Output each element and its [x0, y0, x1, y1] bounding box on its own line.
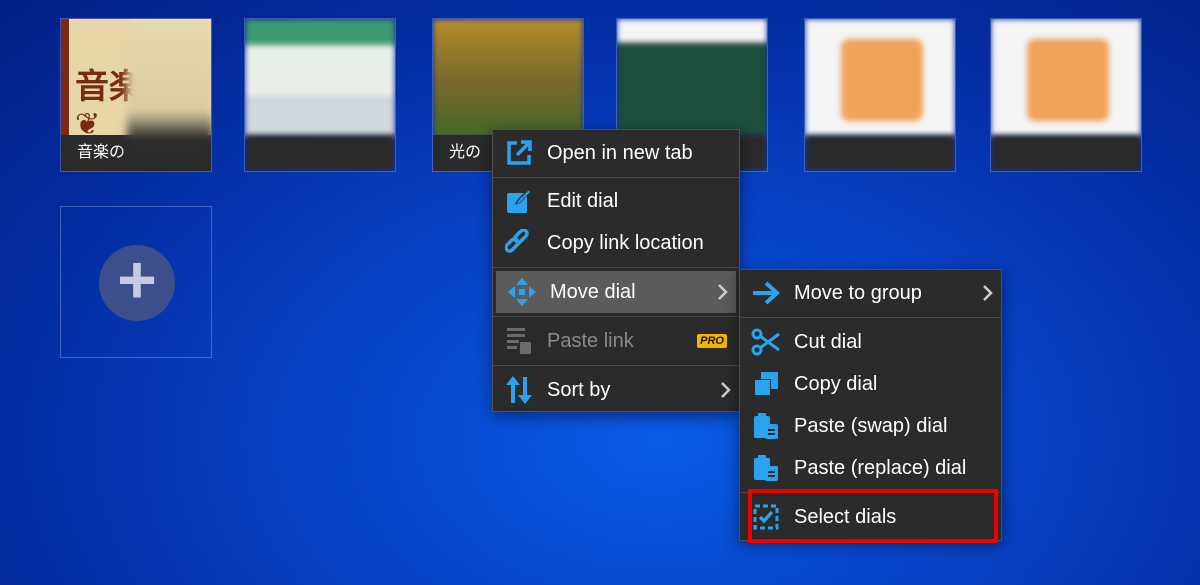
menu-item-open-in-new-tab[interactable]: Open in new tab	[493, 132, 739, 174]
menu-item-cut-dial[interactable]: Cut dial	[740, 321, 1001, 363]
menu-item-move-to-group[interactable]: Move to group	[740, 272, 1001, 314]
context-menu: Open in new tab Edit dial Copy link loca…	[492, 129, 740, 412]
menu-item-move-dial[interactable]: Move dial	[496, 271, 736, 313]
menu-item-label: Sort by	[547, 378, 611, 401]
menu-divider	[493, 267, 739, 268]
chevron-right-icon	[713, 381, 739, 399]
clipboard-icon	[748, 408, 784, 444]
open-in-new-tab-icon	[501, 135, 537, 171]
chevron-right-icon	[975, 284, 1001, 302]
dial-thumbnail	[433, 19, 583, 137]
edit-icon	[501, 183, 537, 219]
menu-item-label: Paste (swap) dial	[794, 414, 948, 437]
speed-dial-tile[interactable]	[804, 18, 956, 172]
clipboard-icon	[748, 450, 784, 486]
menu-divider	[493, 365, 739, 366]
move-arrows-icon	[504, 274, 540, 310]
dial-caption	[245, 135, 395, 171]
add-dial-button[interactable]: +	[60, 206, 212, 358]
highlight-annotation	[748, 489, 998, 543]
link-icon	[501, 225, 537, 261]
copy-icon	[748, 366, 784, 402]
arrow-right-icon	[748, 275, 784, 311]
speed-dial-tile[interactable]	[244, 18, 396, 172]
menu-item-label: Move dial	[550, 280, 636, 303]
sort-icon	[501, 372, 537, 408]
menu-item-label: Edit dial	[547, 189, 619, 212]
dial-thumbnail	[245, 19, 395, 137]
dial-caption	[991, 135, 1141, 171]
menu-item-paste-swap-dial[interactable]: Paste (swap) dial	[740, 405, 1001, 447]
site-logo-icon	[841, 39, 923, 121]
site-logo-icon	[1027, 39, 1109, 121]
pro-badge: PRO	[697, 334, 727, 348]
speed-dial-tile[interactable]: 音楽 ❦ 音楽の	[60, 18, 212, 172]
menu-item-label: Cut dial	[794, 330, 862, 353]
dial-caption	[805, 135, 955, 171]
menu-item-label: Open in new tab	[547, 141, 693, 164]
dial-thumbnail	[617, 19, 767, 137]
menu-item-label: Move to group	[794, 281, 922, 304]
chevron-right-icon	[710, 283, 736, 301]
menu-item-label: Paste link	[547, 329, 634, 352]
menu-item-sort-by[interactable]: Sort by	[493, 369, 739, 411]
speed-dial-tile[interactable]	[990, 18, 1142, 172]
menu-item-copy-dial[interactable]: Copy dial	[740, 363, 1001, 405]
menu-divider	[493, 177, 739, 178]
scissors-icon	[748, 324, 784, 360]
blurred-dial-overlay	[127, 19, 211, 171]
menu-item-label: Copy link location	[547, 231, 704, 254]
menu-item-copy-link-location[interactable]: Copy link location	[493, 222, 739, 264]
paste-link-icon	[501, 323, 537, 359]
menu-item-paste-link[interactable]: Paste link PRO	[493, 320, 739, 362]
menu-divider	[493, 316, 739, 317]
menu-item-label: Copy dial	[794, 372, 878, 395]
menu-item-paste-replace-dial[interactable]: Paste (replace) dial	[740, 447, 1001, 489]
plus-symbol: +	[117, 242, 157, 318]
menu-divider	[740, 317, 1001, 318]
menu-item-edit-dial[interactable]: Edit dial	[493, 180, 739, 222]
plus-icon: +	[99, 245, 175, 321]
menu-item-label: Paste (replace) dial	[794, 456, 967, 479]
